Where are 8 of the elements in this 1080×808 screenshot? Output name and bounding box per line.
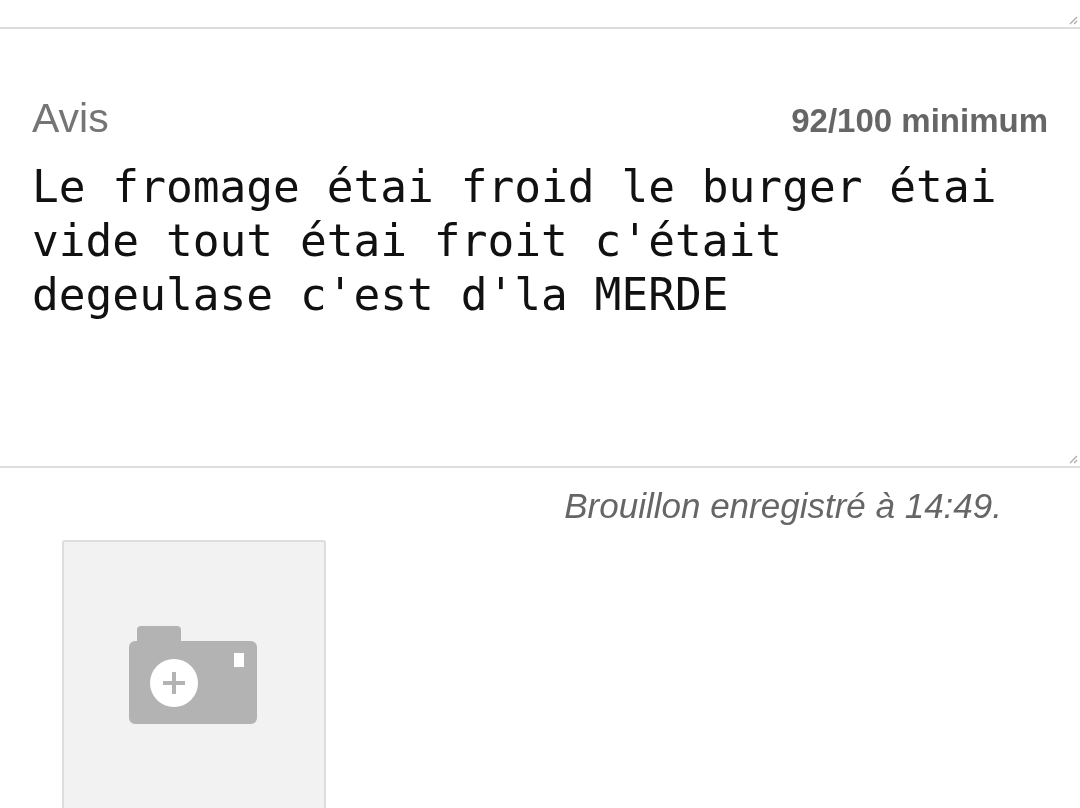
add-photo-button[interactable] bbox=[62, 540, 326, 808]
resize-handle-icon[interactable] bbox=[1068, 15, 1078, 25]
character-counter: 92/100 minimum bbox=[791, 102, 1048, 140]
draft-status-text: Brouillon enregistré à 14:49. bbox=[563, 485, 1003, 526]
add-photo-icon bbox=[129, 626, 259, 724]
field-label: Avis bbox=[32, 95, 109, 142]
resize-handle-icon[interactable] bbox=[1068, 454, 1078, 464]
review-text-field[interactable]: Le fromage étai froid le burger étai vide tout étai froit c'était degeulase c'est d'la MERDE bbox=[32, 142, 1032, 322]
